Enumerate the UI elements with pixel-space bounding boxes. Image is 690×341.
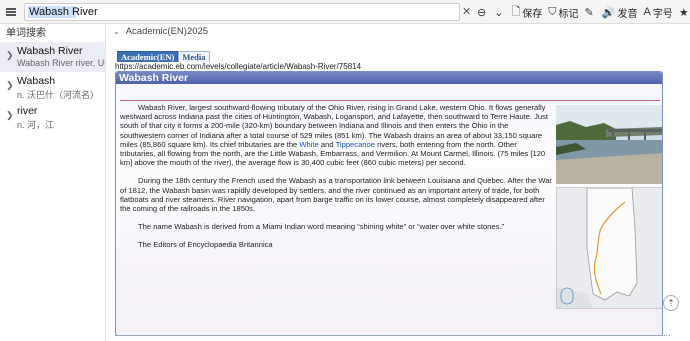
link-tippecanoe[interactable]: Tippecanoe [336, 140, 375, 149]
paragraph-text: and [318, 139, 336, 149]
bookmark-label: 标记 [558, 8, 579, 20]
chevron-right-icon: ❯ [6, 80, 14, 90]
edit-icon: ✎ [584, 6, 594, 19]
river-photo[interactable] [556, 105, 662, 184]
collapse-icon[interactable]: ⌄ [113, 27, 120, 36]
chevron-right-icon: ❯ [6, 50, 14, 60]
toolbar-actions: ⊖ ⌄ 🗋保存 ⛉标记 ✎ 🔊发音 A字号 ★生词 [474, 0, 690, 24]
more-icon[interactable]: ⋯ [663, 331, 671, 340]
sidebar-title: 单词搜索 [6, 28, 46, 39]
chevron-right-icon: ❯ [6, 110, 14, 120]
sidebar-item-river[interactable]: ❯ river n. 河，江 [0, 102, 105, 132]
menu-icon[interactable] [0, 0, 22, 24]
chevron-down-icon: ⌄ [494, 6, 504, 19]
zoom-button[interactable]: ⊖ [474, 0, 491, 24]
article-url[interactable]: https://academic.eb.com/levels/collegiat… [115, 62, 361, 71]
paragraph: The name Wabash is derived from a Miami … [138, 222, 505, 232]
bookmark-icon: ⛉ [548, 5, 557, 18]
sidebar-item-desc: n. 河，江 [17, 120, 55, 130]
vocab-button[interactable]: ★生词 [676, 0, 690, 24]
pronounce-label: 发音 [617, 8, 638, 20]
sidebar-item-word: river [17, 105, 38, 117]
paragraph: Wabash River, largest southward-flowing … [120, 103, 552, 167]
search-box[interactable] [24, 3, 460, 21]
save-button[interactable]: 🗋 保存 [508, 0, 545, 24]
sidebar-item-wabash-river[interactable]: ❯ Wabash River Wabash River river, Unite… [0, 42, 105, 72]
link-white[interactable]: White [299, 140, 318, 149]
dictionary-tabs: Academic(EN) Media [117, 51, 210, 62]
history-dropdown[interactable]: ⌄ [491, 0, 508, 24]
pronounce-button[interactable]: 🔊 发音 [599, 0, 641, 24]
search-input[interactable] [25, 4, 459, 20]
article-body: Wabash River, largest southward-flowing … [120, 103, 552, 259]
divider [120, 100, 660, 101]
bookmark-button[interactable]: ⛉ 标记 [545, 0, 581, 24]
dictionary-content: ⌄ Academic(EN)2025 Academic(EN) Media htt… [107, 25, 690, 341]
vocab-icon: ★ [678, 6, 689, 19]
dictionary-name: Academic(EN)2025 [125, 26, 209, 37]
tab-academic[interactable]: Academic(EN) [117, 51, 179, 62]
article-title: Wabash River [116, 72, 662, 84]
font-size-button[interactable]: A 字号 [640, 0, 675, 24]
sidebar-item-desc: Wabash River river, United States [17, 58, 105, 68]
save-icon: 🗋 [511, 5, 521, 18]
toolbar: ✕ ⊖ ⌄ 🗋保存 ⛉标记 ✎ 🔊发音 A字号 ★生词 [0, 0, 690, 24]
paragraph: During the 18th century the French used … [120, 176, 552, 214]
credit-line: The Editors of Encyclopaedia Britannica [138, 240, 273, 250]
arrow-up-icon[interactable]: ⇡ [663, 295, 679, 311]
divider [115, 335, 663, 336]
zoom-icon: ⊖ [477, 6, 487, 19]
edit-button[interactable]: ✎ [582, 0, 599, 24]
sidebar-item-desc: n. 沃巴什（河流名） [17, 90, 100, 100]
dictionary-header[interactable]: ⌄ Academic(EN)2025 [107, 25, 690, 39]
sidebar-item-wabash[interactable]: ❯ Wabash n. 沃巴什（河流名） [0, 72, 105, 102]
tab-media[interactable]: Media [178, 51, 210, 62]
sidebar-item-word: Wabash River [17, 45, 83, 57]
word-sidebar: 单词搜索 ❯ Wabash River Wabash River river, … [0, 25, 106, 341]
sidebar-item-word: Wabash [17, 75, 56, 87]
font-size-label: 字号 [652, 8, 673, 20]
font-size-icon: A [643, 6, 651, 18]
close-icon[interactable]: ✕ [462, 5, 471, 18]
sound-icon: 🔊 [601, 6, 616, 19]
indiana-map[interactable] [556, 187, 662, 309]
article-panel: Wabash River Wabash River, largest south… [115, 71, 663, 336]
save-label: 保存 [522, 8, 543, 20]
